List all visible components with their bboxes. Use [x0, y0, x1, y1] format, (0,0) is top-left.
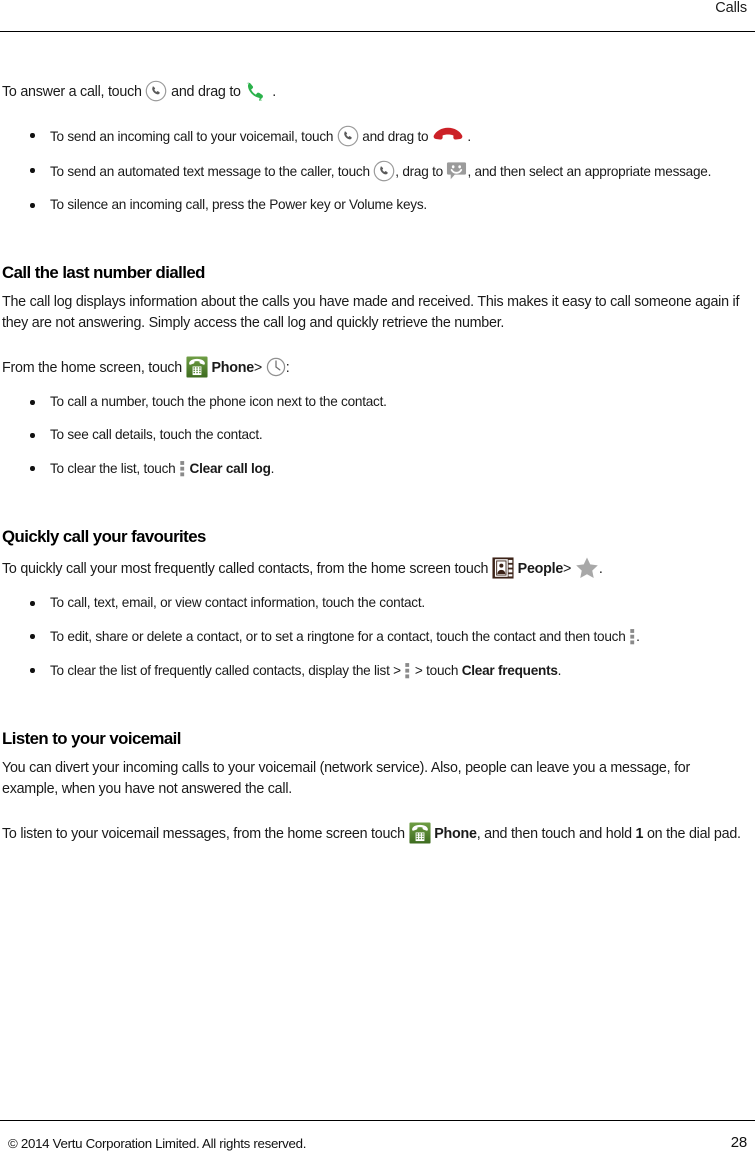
- bullet-text-1: To send an automated text message to the…: [50, 164, 370, 179]
- lead-gap: [2, 379, 747, 392]
- lead-text: To quickly call your most frequently cal…: [2, 561, 489, 577]
- reject-call-red-handset-icon: [432, 126, 464, 144]
- bullet-clear-frequents: To clear the list of frequently called c…: [2, 660, 747, 681]
- clear-call-log-label: Clear call log: [189, 461, 271, 476]
- intro-bullet-auto-text: To send an automated text message to the…: [2, 160, 747, 182]
- overflow-menu-icon: [404, 660, 411, 681]
- section-spacer-3: [2, 681, 747, 728]
- bullet-clear-call-log: To clear the list, touch Clear call log.: [2, 458, 747, 479]
- call-log-clock-icon: [266, 357, 286, 377]
- heading-gap: [2, 750, 747, 758]
- footer-copyright: © 2014 Vertu Corporation Limited. All ri…: [8, 1136, 307, 1151]
- bullet-text-3: .: [270, 461, 275, 476]
- page-footer: © 2014 Vertu Corporation Limited. All ri…: [0, 1110, 755, 1162]
- bullet-text-1: To clear the list of frequently called c…: [50, 663, 401, 678]
- intro-lead-text-2: and drag to: [171, 84, 241, 100]
- bullet-call-number: To call a number, touch the phone icon n…: [2, 392, 747, 412]
- top-spacer: [2, 33, 747, 80]
- lead-gap: [2, 580, 747, 593]
- path-separator: >: [563, 561, 572, 577]
- overflow-menu-icon: [179, 458, 186, 479]
- heading-gap: [2, 284, 747, 292]
- favourites-star-icon: [575, 556, 599, 579]
- people-app-label: People: [517, 561, 564, 577]
- voicemail-instruction-paragraph: To listen to your voicemail messages, fr…: [2, 822, 747, 845]
- bullet-text-2: , drag to: [395, 164, 443, 179]
- bullet-text-1: To send an incoming call to your voicema…: [50, 129, 334, 144]
- bullet-text-1: To clear the list, touch: [50, 461, 176, 476]
- instruction-text-3: on the dial pad.: [646, 826, 741, 842]
- bullet-text-1: To see call details, touch the contact.: [50, 427, 263, 442]
- message-bubble-icon: [446, 161, 467, 181]
- intro-lead-paragraph: To answer a call, touch and drag to .: [2, 80, 747, 103]
- section-spacer-2: [2, 479, 747, 526]
- bullet-text-1: To call a number, touch the phone icon n…: [50, 394, 387, 409]
- lead-text: From the home screen, touch: [2, 360, 182, 376]
- phone-app-label: Phone: [211, 360, 254, 376]
- phone-app-label: Phone: [434, 826, 477, 842]
- instruction-text-2: , and then touch and hold: [476, 826, 632, 842]
- phone-app-icon: [408, 822, 431, 844]
- bullet-text-2: > touch: [414, 663, 459, 678]
- footer-page-number: 28: [730, 1134, 748, 1151]
- bullet-text-3: , and then select an appropriate message…: [467, 164, 712, 179]
- intro-bullet-silence: To silence an incoming call, press the P…: [2, 195, 747, 215]
- overflow-menu-icon: [629, 626, 636, 647]
- section-spacer-1: [2, 215, 747, 262]
- section-paragraph-voicemail: You can divert your incoming calls to yo…: [2, 760, 691, 797]
- bullet-contact-actions: To call, text, email, or view contact in…: [2, 593, 747, 613]
- favourites-bullet-list: To call, text, email, or view contact in…: [2, 593, 747, 681]
- dialpad-key-label: 1: [635, 826, 644, 842]
- intro-lead-text-3: .: [272, 84, 276, 100]
- instruction-text-1: To listen to your voicemail messages, fr…: [2, 826, 405, 842]
- lead-end: :: [285, 360, 290, 376]
- bullet-call-details: To see call details, touch the contact.: [2, 425, 747, 445]
- intro-spacer: [2, 103, 747, 125]
- bullet-text-3: .: [557, 663, 562, 678]
- page-header: Calls: [0, 0, 755, 33]
- bullet-text-2: and drag to: [362, 129, 429, 144]
- section-lead-phone-path: From the home screen, touch Phone>:: [2, 356, 747, 379]
- bullet-text-1: To edit, share or delete a contact, or t…: [50, 629, 626, 644]
- intro-bullet-voicemail: To send an incoming call to your voicema…: [2, 125, 747, 147]
- header-divider: [0, 31, 755, 32]
- bullet-text-3: .: [636, 629, 640, 644]
- lead-end: .: [598, 561, 603, 577]
- call-log-bullet-list: To call a number, touch the phone icon n…: [2, 392, 747, 479]
- accept-call-green-handset-icon: [244, 81, 268, 101]
- footer-divider: [0, 1120, 755, 1121]
- section-paragraph-call-log: The call log displays information about …: [2, 294, 740, 331]
- page-content: To answer a call, touch and drag to . To…: [0, 33, 747, 1102]
- header-chapter-title: Calls: [715, 0, 747, 16]
- document-page: Calls To answer a call, touch and drag t…: [0, 0, 755, 1162]
- section-lead-people-path: To quickly call your most frequently cal…: [2, 556, 747, 580]
- answer-call-circle-icon: [373, 160, 395, 182]
- section-heading-voicemail: Listen to your voicemail: [2, 729, 181, 748]
- path-separator: >: [253, 360, 263, 376]
- heading-gap: [2, 548, 747, 556]
- answer-call-circle-icon: [145, 80, 167, 102]
- bullet-text-3: .: [467, 129, 471, 144]
- clear-frequents-label: Clear frequents: [461, 663, 558, 678]
- answer-call-circle-icon: [337, 125, 359, 147]
- intro-bullet-list: To send an incoming call to your voicema…: [2, 125, 747, 215]
- bullet-edit-contact: To edit, share or delete a contact, or t…: [2, 626, 747, 647]
- section-heading-call-last-number: Call the last number dialled: [2, 263, 205, 282]
- bullet-text-1: To silence an incoming call, press the P…: [50, 197, 427, 212]
- bullet-text-1: To call, text, email, or view contact in…: [50, 595, 425, 610]
- section-heading-favourites: Quickly call your favourites: [2, 527, 206, 546]
- intro-lead-text-1: To answer a call, touch: [2, 84, 142, 100]
- phone-app-icon: [186, 356, 208, 378]
- people-app-icon: [492, 557, 514, 579]
